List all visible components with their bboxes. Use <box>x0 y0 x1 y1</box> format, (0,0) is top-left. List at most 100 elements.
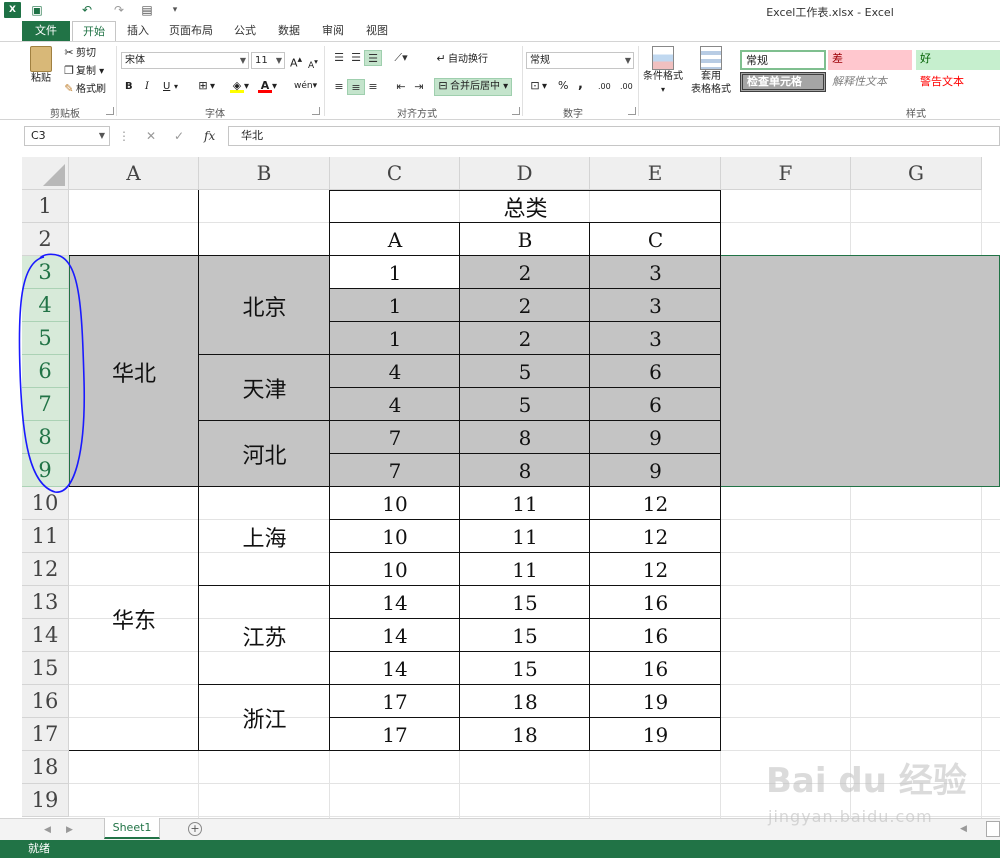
tab-view[interactable]: 视图 <box>358 21 396 41</box>
data-cell[interactable]: 6 <box>590 388 721 421</box>
clipboard-launcher-icon[interactable] <box>106 107 114 115</box>
subheader-cell[interactable]: A <box>330 223 460 256</box>
row-header[interactable]: 10 <box>22 487 69 520</box>
font-name-select[interactable]: 宋体 ▼ <box>121 52 249 69</box>
data-cell[interactable]: 9 <box>590 421 721 454</box>
cancel-icon[interactable]: ✕ <box>146 129 156 143</box>
row-header[interactable]: 15 <box>22 652 69 685</box>
city-cell[interactable]: 浙江 <box>199 685 330 751</box>
row-header[interactable]: 14 <box>22 619 69 652</box>
data-cell[interactable]: 11 <box>460 487 590 520</box>
data-cell[interactable]: 7 <box>330 421 460 454</box>
city-cell[interactable]: 河北 <box>199 421 330 487</box>
style-explanatory[interactable]: 解释性文本 <box>828 73 912 93</box>
enter-icon[interactable]: ✓ <box>174 129 184 143</box>
data-cell[interactable]: 16 <box>590 619 721 652</box>
data-cell[interactable]: 16 <box>590 652 721 685</box>
column-header[interactable]: E <box>590 157 721 190</box>
row-header[interactable]: 19 <box>22 784 69 817</box>
data-cell[interactable]: 17 <box>330 685 460 718</box>
city-cell[interactable]: 北京 <box>199 256 330 355</box>
tab-file[interactable]: 文件 <box>22 21 70 41</box>
grow-font-button[interactable]: A▴ <box>290 53 302 71</box>
tab-home[interactable]: 开始 <box>72 21 116 42</box>
decrease-indent-button[interactable]: ⇤ <box>392 79 410 95</box>
data-cell[interactable]: 11 <box>460 553 590 586</box>
data-cell[interactable]: 19 <box>590 685 721 718</box>
formula-input[interactable]: 华北 <box>228 126 1000 146</box>
data-cell[interactable]: 1 <box>330 256 460 289</box>
data-cell[interactable]: 10 <box>330 553 460 586</box>
decrease-decimal-button[interactable]: .00 <box>620 80 633 94</box>
data-cell[interactable]: 10 <box>330 487 460 520</box>
copy-button[interactable]: ❐ 复制 ▾ <box>62 64 104 79</box>
comma-button[interactable]: , <box>578 78 583 92</box>
city-cell[interactable]: 上海 <box>199 487 330 586</box>
align-right-button[interactable]: ≡ <box>364 79 382 95</box>
style-bad[interactable]: 差 <box>828 50 912 70</box>
data-cell[interactable]: 1 <box>330 289 460 322</box>
orientation-button[interactable]: ⟋▾ <box>392 50 410 66</box>
wrap-text-button[interactable]: ↵ 自动换行 <box>434 52 488 67</box>
next-sheet-icon[interactable]: ▶ <box>66 823 73 837</box>
row-header[interactable]: 17 <box>22 718 69 751</box>
style-warning[interactable]: 警告文本 <box>916 73 1000 93</box>
add-sheet-button[interactable]: + <box>188 822 202 836</box>
align-left-button[interactable]: ≡ <box>330 79 348 95</box>
data-cell[interactable]: 5 <box>460 388 590 421</box>
merge-center-button[interactable]: ⊟ 合并后居中 ▾ <box>434 78 513 96</box>
name-box[interactable]: C3 ▼ <box>24 126 110 146</box>
horizontal-scrollbar[interactable] <box>986 821 1000 837</box>
data-cell[interactable]: 4 <box>330 355 460 388</box>
data-cell[interactable]: 3 <box>590 322 721 355</box>
row-header[interactable]: 2 <box>22 223 69 256</box>
column-header[interactable]: A <box>69 157 199 190</box>
data-cell[interactable]: 18 <box>460 718 590 751</box>
tab-data[interactable]: 数据 <box>270 21 308 41</box>
style-check-cell[interactable]: 检查单元格 <box>740 72 826 92</box>
data-cell[interactable]: 6 <box>590 355 721 388</box>
data-cell[interactable]: 14 <box>330 652 460 685</box>
style-good[interactable]: 好 <box>916 50 1000 70</box>
row-header[interactable]: 7 <box>22 388 69 421</box>
worksheet-grid[interactable]: ABCDEFG 1 2 3 4 5 6 7 8 9 10 11 12 13 14 15 16 17 18 19 总类… <box>0 150 1000 818</box>
data-cell[interactable]: 14 <box>330 619 460 652</box>
data-cell[interactable]: 15 <box>460 619 590 652</box>
data-cell[interactable]: 12 <box>590 487 721 520</box>
format-as-table-button[interactable]: 套用 表格格式 <box>686 46 736 96</box>
row-header[interactable]: 1 <box>22 190 69 223</box>
bold-button[interactable]: B <box>125 80 133 94</box>
column-header[interactable]: G <box>851 157 982 190</box>
tab-formulas[interactable]: 公式 <box>226 21 264 41</box>
subheader-cell[interactable]: B <box>460 223 590 256</box>
tab-review[interactable]: 审阅 <box>314 21 352 41</box>
data-cell[interactable]: 18 <box>460 685 590 718</box>
data-cell[interactable]: 9 <box>590 454 721 487</box>
align-center-button[interactable]: ≡ <box>347 79 365 95</box>
data-cell[interactable]: 15 <box>460 586 590 619</box>
row-header[interactable]: 9 <box>22 454 69 487</box>
number-launcher-icon[interactable] <box>628 107 636 115</box>
data-cell[interactable]: 11 <box>460 520 590 553</box>
conditional-format-button[interactable]: 条件格式 ▾ <box>640 46 686 96</box>
data-cell[interactable]: 3 <box>590 256 721 289</box>
city-cell[interactable]: 江苏 <box>199 586 330 685</box>
data-cell[interactable]: 5 <box>460 355 590 388</box>
paste-button[interactable]: 粘贴 <box>26 46 56 85</box>
city-cell[interactable]: 天津 <box>199 355 330 421</box>
cut-button[interactable]: ✂ 剪切 <box>62 46 96 61</box>
data-cell[interactable]: 8 <box>460 454 590 487</box>
sheet-tab-sheet1[interactable]: Sheet1 <box>104 818 160 839</box>
data-cell[interactable]: 2 <box>460 322 590 355</box>
underline-button[interactable]: U <box>163 80 170 94</box>
font-color-button[interactable]: A ▾ <box>258 79 277 94</box>
header-cell-total[interactable]: 总类 <box>330 190 721 223</box>
data-cell[interactable]: 16 <box>590 586 721 619</box>
column-header[interactable]: C <box>330 157 460 190</box>
data-cell[interactable]: 7 <box>330 454 460 487</box>
alignment-launcher-icon[interactable] <box>512 107 520 115</box>
italic-button[interactable]: I <box>145 80 149 94</box>
percent-button[interactable]: % <box>558 79 568 93</box>
data-cell[interactable]: 2 <box>460 289 590 322</box>
data-cell[interactable]: 19 <box>590 718 721 751</box>
